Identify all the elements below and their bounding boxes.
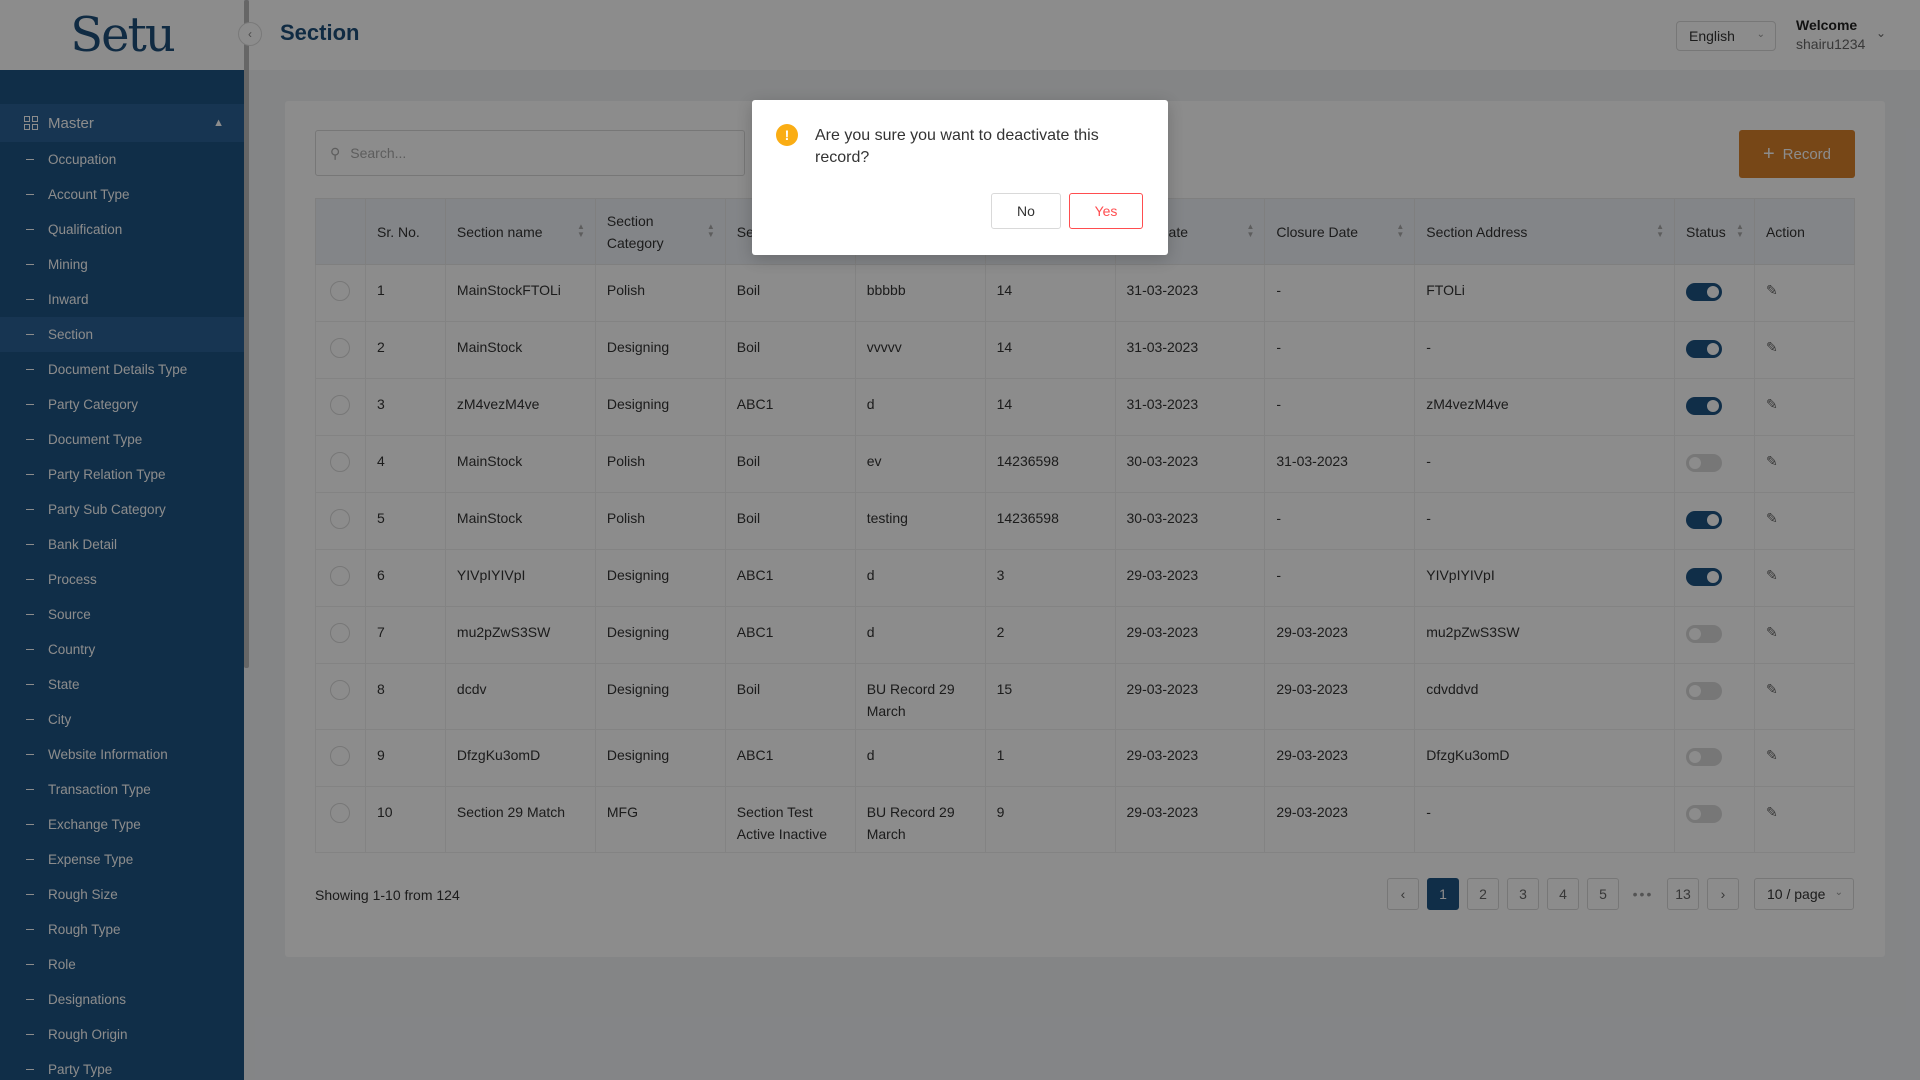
confirm-deactivate-dialog: ! Are you sure you want to deactivate th…	[752, 100, 1168, 255]
dialog-message: Are you sure you want to deactivate this…	[815, 127, 1099, 166]
no-button[interactable]: No	[991, 193, 1061, 229]
yes-button[interactable]: Yes	[1069, 193, 1143, 229]
warning-icon: !	[776, 124, 798, 146]
